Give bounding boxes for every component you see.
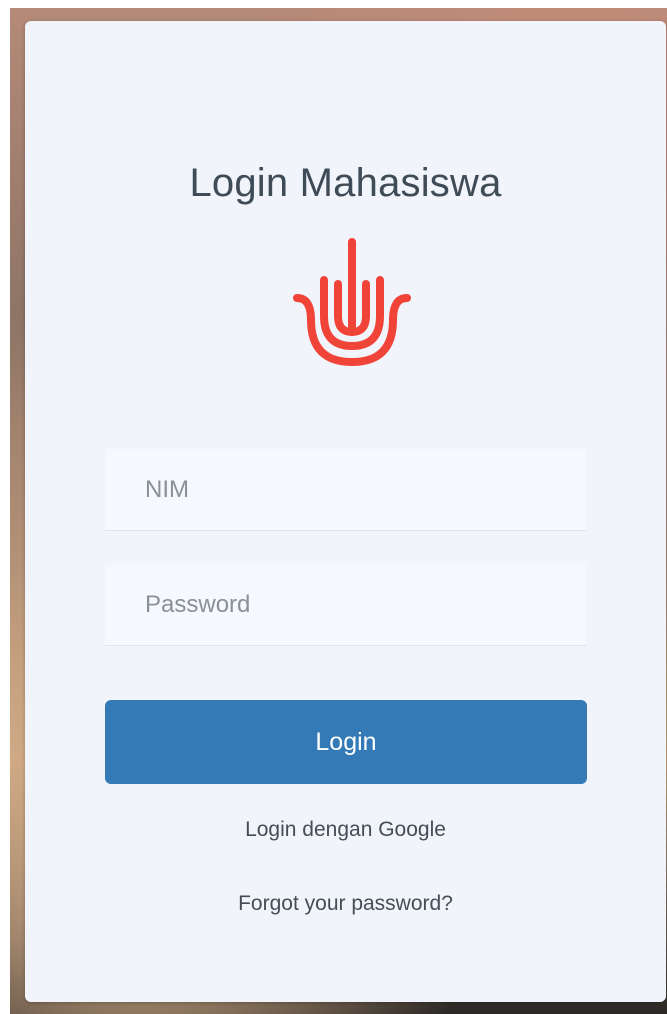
page-title: Login Mahasiswa [189, 161, 502, 205]
login-card: Login Mahasiswa Login Login dengan Googl… [25, 21, 666, 1002]
nim-input[interactable] [105, 449, 586, 531]
password-input[interactable] [105, 564, 586, 646]
forgot-password-link[interactable]: Forgot your password? [25, 892, 666, 916]
login-button[interactable]: Login [105, 700, 587, 784]
hand-logo-icon [293, 238, 411, 366]
google-login-link[interactable]: Login dengan Google [25, 818, 666, 842]
